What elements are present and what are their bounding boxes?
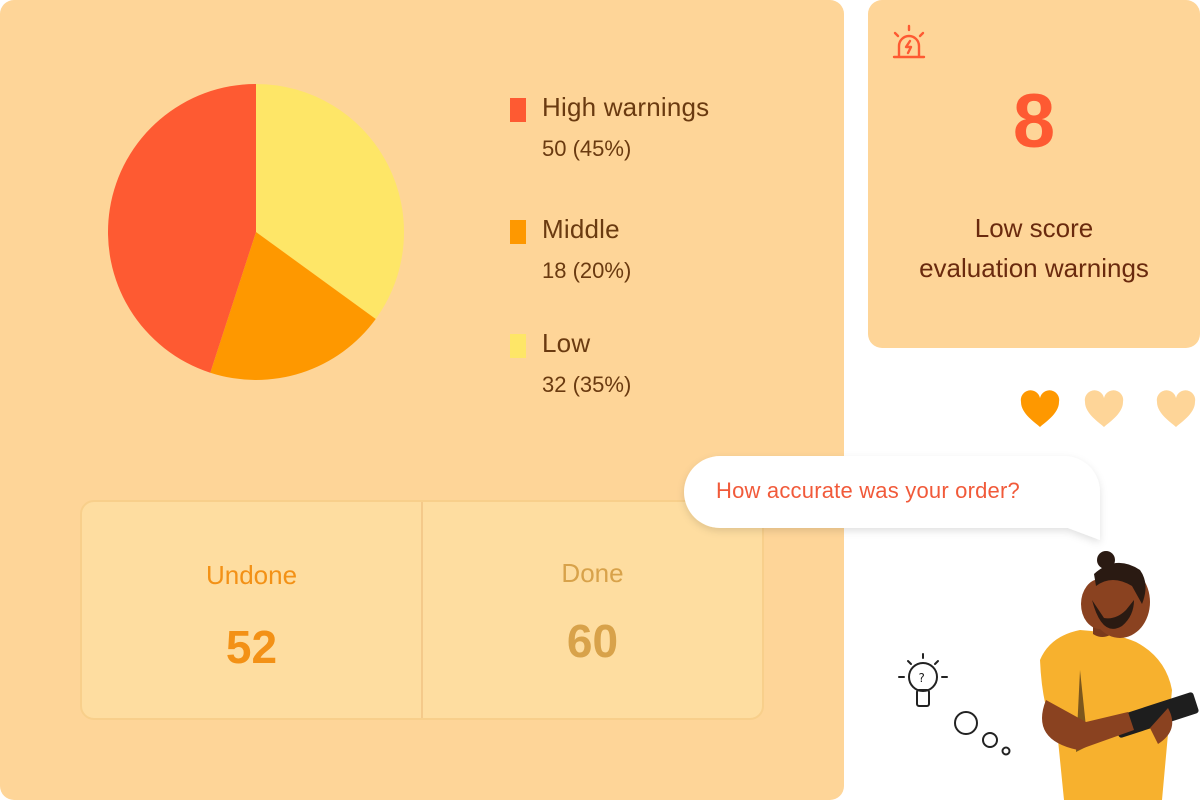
legend-value-high: 50 (45%) [542, 136, 632, 161]
legend-swatch-high [510, 98, 526, 122]
done-stat[interactable]: Done 60 [421, 502, 762, 718]
warnings-pie-chart [107, 84, 405, 380]
undone-stat[interactable]: Undone 52 [82, 502, 421, 718]
warning-count: 8 [1012, 79, 1056, 164]
warning-title-line1: Low score [974, 213, 1094, 243]
legend-value-low: 32 (35%) [542, 372, 632, 397]
lightbulb-icon: ? [898, 653, 948, 707]
thought-bubbles [954, 711, 1011, 756]
alarm-icon [892, 24, 926, 59]
survey-question: How accurate was your order? [716, 478, 1020, 503]
legend-swatch-low [510, 334, 526, 358]
person-illustration: ? [898, 551, 1199, 800]
svg-text:?: ? [919, 671, 925, 685]
legend-label-middle: Middle [542, 214, 620, 244]
done-count: 60 [566, 615, 619, 667]
task-stats: Undone 52 Done 60 [80, 500, 764, 720]
undone-label: Undone [205, 560, 298, 590]
warning-title: Low score evaluation warnings [868, 208, 1200, 288]
done-label: Done [561, 558, 624, 588]
heart-icon[interactable] [1018, 388, 1062, 432]
legend-label-low: Low [542, 328, 591, 358]
legend-label-high: High warnings [542, 92, 710, 122]
heart-icon[interactable] [1082, 388, 1126, 432]
heart-icon[interactable] [1154, 388, 1198, 432]
legend-value-middle: 18 (20%) [542, 258, 632, 283]
undone-count: 52 [225, 621, 278, 673]
legend-swatch-middle [510, 220, 526, 244]
warning-title-line2: evaluation warnings [919, 253, 1149, 283]
